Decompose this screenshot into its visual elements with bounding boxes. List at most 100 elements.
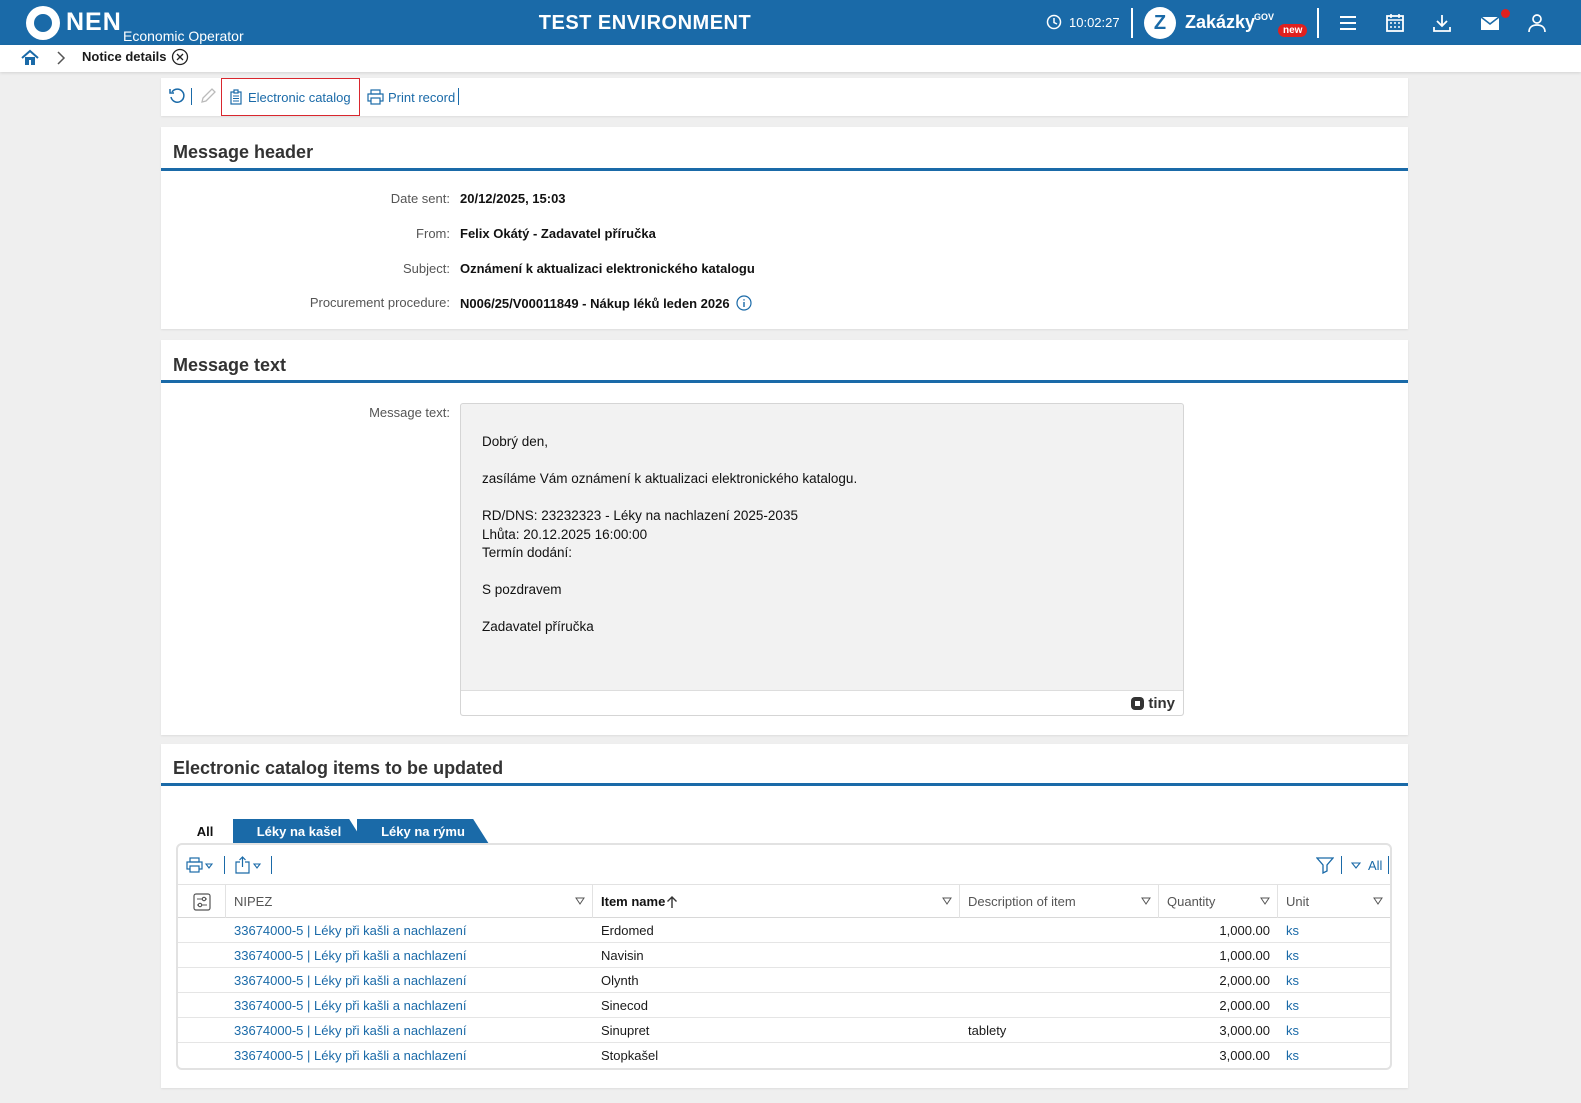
nipez-link[interactable]: 33674000-5 | Léky při kašli a nachlazení [226,993,593,1018]
quantity-cell: 2,000.00 [1219,973,1270,988]
download-icon[interactable] [1431,12,1453,34]
section-rule [161,168,1408,171]
nen-logo-icon[interactable] [26,6,60,40]
section-rule [161,380,1408,383]
filter-dropdown-icon[interactable] [1351,856,1361,874]
divider [224,856,225,874]
divider [1388,856,1389,874]
tab-leky-na-kasel[interactable]: Léky na kašel [233,819,365,844]
filter-icon[interactable] [1316,856,1334,874]
tab-leky-na-rymu[interactable]: Léky na rýmu [357,819,489,844]
info-icon[interactable] [735,295,752,311]
column-header-description[interactable]: Description of item [960,885,1159,918]
table-row[interactable]: 33674000-5 | Léky při kašli a nachlazení… [178,968,1390,993]
message-line [482,563,857,582]
column-filter-icon[interactable] [575,896,585,906]
unit-link[interactable]: ks [1278,943,1390,968]
session-clock: 10:02:27 [1046,14,1120,30]
zakazky-link[interactable]: Zakázky [1185,12,1255,33]
brand-name[interactable]: NEN [66,8,122,37]
column-settings[interactable] [178,885,226,918]
filter-all-selector[interactable]: All [1368,858,1382,873]
description-cell [960,1043,1159,1068]
item-name-cell: Stopkašel [601,1048,659,1063]
grid-toolbar: All [178,845,1390,885]
unit-link[interactable]: ks [1278,993,1390,1018]
message-text-card: Message text Message text: Dobrý den, za… [161,340,1408,735]
unit-link[interactable]: ks [1278,968,1390,993]
table-row[interactable]: 33674000-5 | Léky při kašli a nachlazení… [178,1043,1390,1068]
from-value: Felix Okátý - Zadavatel příručka [460,226,656,241]
unit-link[interactable]: ks [1278,1018,1390,1043]
edit-icon [201,88,216,103]
column-filter-icon[interactable] [942,896,952,906]
tiny-brand[interactable]: tiny [1130,695,1175,712]
brand-subtitle: Economic Operator [123,28,244,44]
print-record-button[interactable]: Print record [361,78,461,116]
description-cell [960,943,1159,968]
message-text-label: Message text: [369,405,450,420]
column-header-label: Unit [1286,894,1310,909]
print-dropdown-icon[interactable] [186,856,214,874]
mail-icon[interactable] [1479,12,1501,34]
item-name-cell: Sinecod [601,998,648,1013]
table-row[interactable]: 33674000-5 | Léky při kašli a nachlazení… [178,943,1390,968]
message-text-editor[interactable]: Dobrý den, zasíláme Vám oznámení k aktua… [460,403,1184,716]
export-dropdown-icon[interactable] [234,856,262,874]
date-sent-value: 20/12/2025, 15:03 [460,191,566,206]
user-icon[interactable] [1526,12,1548,34]
table-row[interactable]: 33674000-5 | Léky při kašli a nachlazení… [178,918,1390,943]
refresh-icon[interactable] [168,87,186,105]
message-line [482,489,857,508]
quantity-cell: 3,000.00 [1219,1023,1270,1038]
editor-status-bar: tiny [461,690,1183,715]
table-row[interactable]: 33674000-5 | Léky při kašli a nachlazení… [178,993,1390,1018]
column-filter-icon[interactable] [1260,896,1270,906]
message-line: zasíláme Vám oznámení k aktualizaci elek… [482,471,858,486]
unit-link[interactable]: ks [1278,918,1390,943]
column-filter-icon[interactable] [1141,896,1151,906]
message-line [482,600,857,619]
print-record-label: Print record [388,89,456,105]
column-header-nipez[interactable]: NIPEZ [226,885,593,918]
nipez-link[interactable]: 33674000-5 | Léky při kašli a nachlazení [226,943,593,968]
description-cell [960,918,1159,943]
item-name-cell: Olynth [601,973,639,988]
nipez-link[interactable]: 33674000-5 | Léky při kašli a nachlazení [226,1018,593,1043]
zakazky-logo-icon[interactable]: Z [1144,7,1176,39]
divider [1131,8,1133,38]
quantity-cell: 3,000.00 [1219,1048,1270,1063]
divider [191,88,192,105]
subject-value: Oznámení k aktualizaci elektronického ka… [460,261,755,276]
message-header-card: Message header Date sent: 20/12/2025, 15… [161,127,1408,329]
menu-icon[interactable] [1337,12,1359,34]
section-title: Electronic catalog items to be updated [173,758,504,778]
notification-dot [1501,9,1510,18]
environment-title: TEST ENVIRONMENT [538,12,752,34]
unit-link[interactable]: ks [1278,1043,1390,1068]
tab-all[interactable]: All [179,819,231,844]
close-icon[interactable] [171,48,189,66]
action-toolbar: Electronic catalog Print record [161,78,1408,116]
message-line: Dobrý den, [482,434,549,449]
item-name-cell: Erdomed [601,923,654,938]
nipez-link[interactable]: 33674000-5 | Léky při kašli a nachlazení [226,1043,593,1068]
item-name-cell: Sinupret [601,1023,650,1038]
top-bar: NEN Economic Operator TEST ENVIRONMENT 1… [0,0,1581,45]
calendar-icon[interactable] [1384,12,1406,34]
message-line: S pozdravem [482,582,562,597]
gov-label: GOV [1254,12,1275,22]
column-header-item-name[interactable]: Item name [593,885,960,918]
nipez-link[interactable]: 33674000-5 | Léky při kašli a nachlazení [226,918,593,943]
tiny-brand-label: tiny [1148,695,1175,712]
table-row[interactable]: 33674000-5 | Léky při kašli a nachlazení… [178,1018,1390,1043]
column-header-unit[interactable]: Unit [1278,885,1390,918]
home-icon[interactable] [20,48,40,68]
printer-icon [367,89,384,105]
column-header-quantity[interactable]: Quantity [1159,885,1278,918]
electronic-catalog-button[interactable]: Electronic catalog [221,78,360,116]
message-line [482,452,857,471]
nipez-link[interactable]: 33674000-5 | Léky při kašli a nachlazení [226,968,593,993]
clock-time: 10:02:27 [1069,14,1120,30]
column-filter-icon[interactable] [1373,896,1383,906]
